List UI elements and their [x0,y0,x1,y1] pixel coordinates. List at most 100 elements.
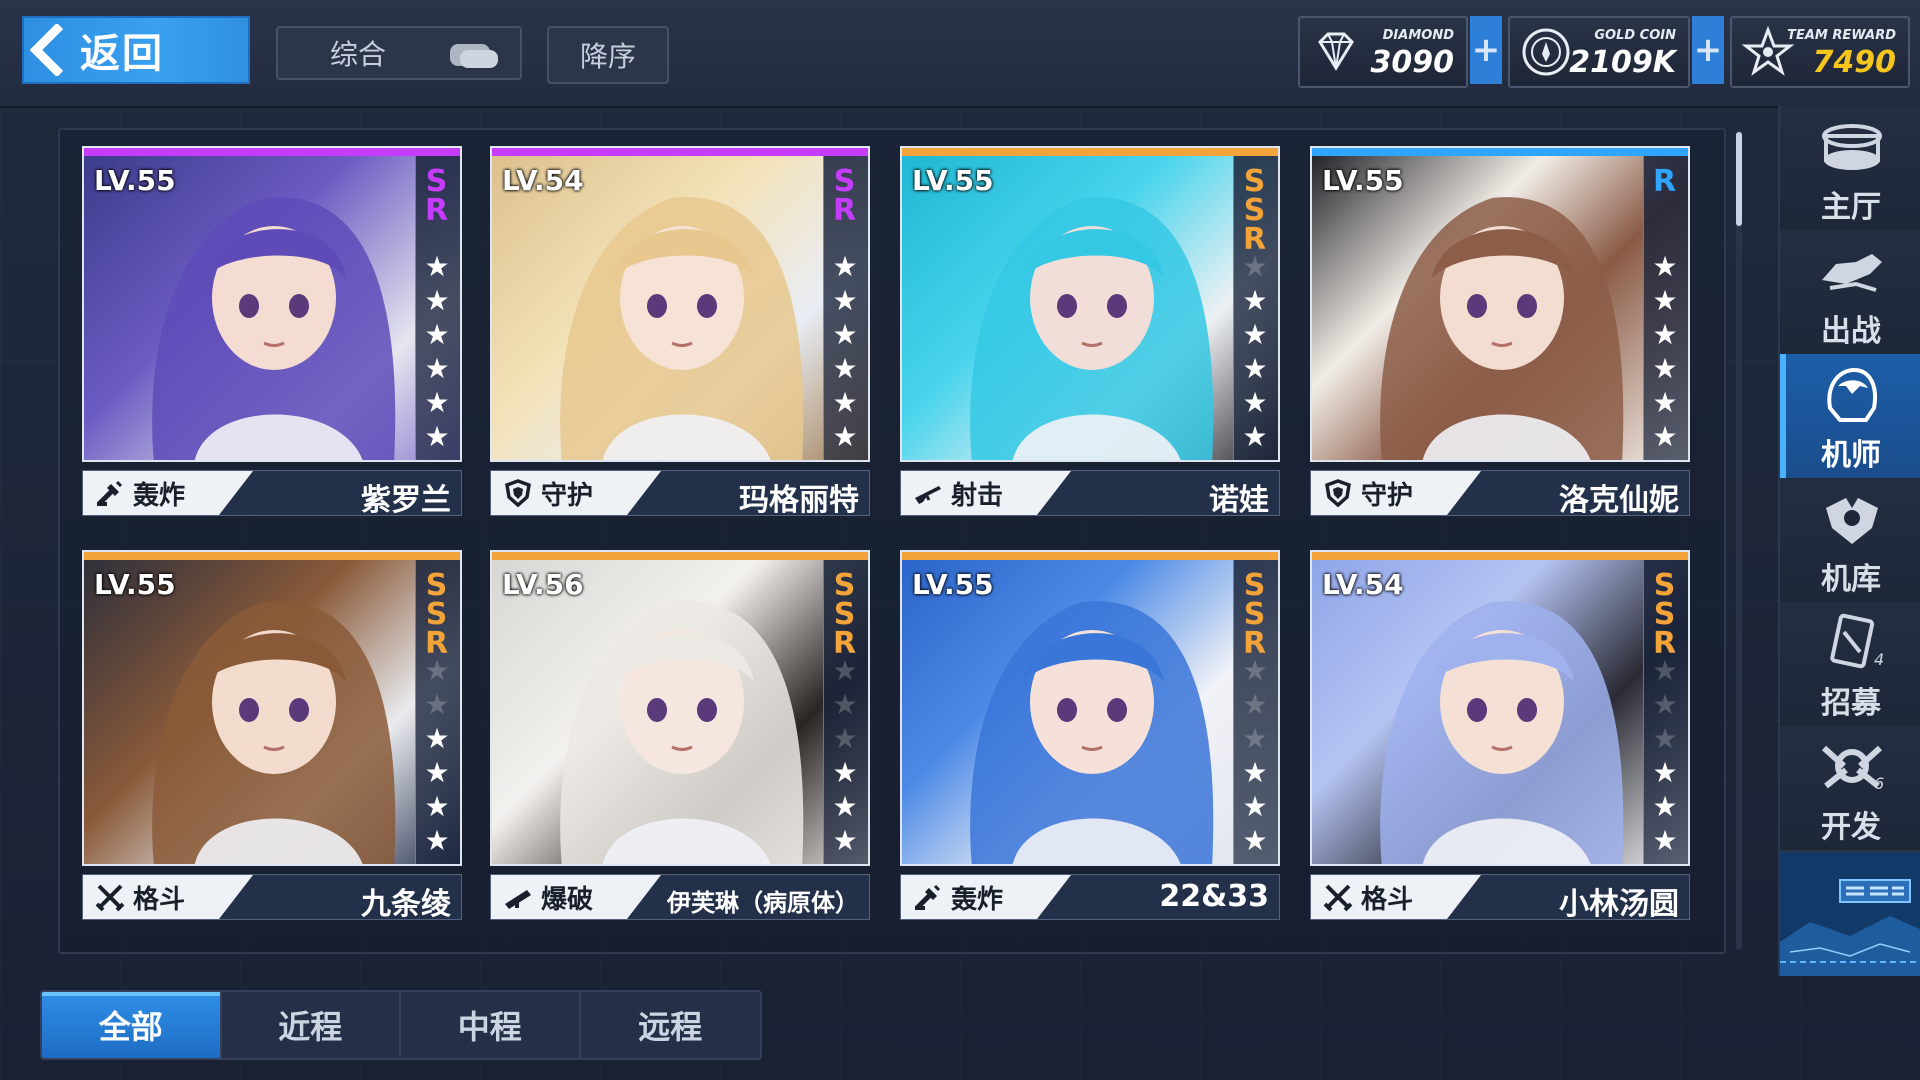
pilot-info-bar: 轰炸 紫罗兰 [82,470,462,518]
class-tag: 轰炸 [901,875,1071,919]
pilot-level: LV.55 [94,164,176,197]
event-banner[interactable] [1780,852,1920,976]
star-icon: ★ [832,722,858,755]
nav-label: 招募 [1821,686,1881,721]
nav-item[interactable]: 4 招募 [1780,602,1920,728]
star-icon: ★ [424,654,450,687]
star-icon: ★ [832,284,858,317]
nav-label: 主厅 [1821,190,1881,225]
pilot-name: 紫罗兰 [361,483,451,518]
nav-label: 机师 [1821,438,1881,473]
star-icon: ★ [424,790,450,823]
pilot-portrait: LV.55 R ★ ★ ★ ★ ★ ★ [1310,146,1690,462]
rarity-bar [1312,148,1688,156]
class-tag: 射击 [901,471,1071,515]
class-tag: 守护 [491,471,661,515]
nav-item[interactable]: 机库 [1780,478,1920,604]
star-rating: ★ ★ ★ ★ ★ ★ [1650,656,1680,856]
pilot-level: LV.55 [912,568,994,601]
pilot-card[interactable]: LV.55 SSR ★ ★ ★ ★ ★ ★ 射击 诺娃 [900,146,1280,518]
sort-dropdown[interactable]: 综合 [276,26,522,80]
rarity-bar [492,552,868,560]
team-reward-counter: TEAM REWARD 7490 [1730,16,1910,88]
add-diamond-button[interactable]: + [1470,16,1502,84]
gold-coin-label: GOLD COIN [1594,28,1676,43]
pilot-portrait: LV.56 SSR ★ ★ ★ ★ ★ ★ [490,550,870,866]
nav-item[interactable]: 主厅 [1780,106,1920,232]
range-tab[interactable]: 全部 [42,992,222,1058]
star-rating: ★ ★ ★ ★ ★ ★ [1650,252,1680,452]
pilot-card[interactable]: LV.54 SR ★ ★ ★ ★ ★ ★ 守护 玛格丽特 [490,146,870,518]
back-button[interactable]: 返回 [22,16,250,84]
class-label: 爆破 [541,884,594,915]
rarity-bar [1312,552,1688,560]
star-icon: ★ [424,352,450,385]
star-icon: ★ [1242,284,1268,317]
pilot-info-bar: 守护 玛格丽特 [490,470,870,518]
pilot-level: LV.56 [502,568,584,601]
star-icon: ★ [1652,284,1678,317]
star-icon: ★ [832,790,858,823]
pilot-card[interactable]: LV.55 R ★ ★ ★ ★ ★ ★ 守护 洛克仙妮 [1310,146,1690,518]
back-button-label: 返回 [80,31,164,77]
nav-badge: 6 [1874,774,1885,793]
pilot-level: LV.54 [502,164,584,197]
range-tab[interactable]: 近程 [222,992,401,1058]
rarity-bar [902,148,1278,156]
star-rating: ★ ★ ★ ★ ★ ★ [830,252,860,452]
diamond-counter: DIAMOND 3090 [1298,16,1468,88]
rifle-icon [901,478,943,508]
star-icon: ★ [1652,318,1678,351]
team-reward-label: TEAM REWARD [1787,28,1896,43]
star-icon: ★ [1652,386,1678,419]
pilot-card[interactable]: LV.55 SSR ★ ★ ★ ★ ★ ★ 轰炸 22&33 [900,550,1280,922]
nav-item[interactable]: 机师 [1780,354,1920,480]
scrollbar-thumb[interactable] [1736,132,1742,226]
star-icon: ★ [1242,722,1268,755]
star-icon: ★ [1652,790,1678,823]
star-icon: ★ [1242,824,1268,857]
rarity-badge: SSR [1237,164,1272,251]
class-label: 格斗 [133,884,186,915]
class-label: 守护 [541,480,594,511]
nav-item[interactable]: 出战 [1780,230,1920,356]
pilot-info-bar: 爆破 伊芙琳（病原体） [490,874,870,920]
range-tab[interactable]: 远程 [581,992,761,1058]
crossed-swords-icon [83,882,125,912]
order-button[interactable]: 降序 [547,26,669,84]
star-icon: ★ [424,250,450,283]
pilot-level: LV.55 [912,164,994,197]
pilot-info-bar: 格斗 九条绫 [82,874,462,922]
star-icon: ★ [424,824,450,857]
pilot-card[interactable]: LV.54 SSR ★ ★ ★ ★ ★ ★ 格斗 小林汤圆 [1310,550,1690,922]
rarity-badge: SSR [1237,568,1272,655]
star-icon: ★ [1242,790,1268,823]
pilot-card[interactable]: LV.55 SR ★ ★ ★ ★ ★ ★ 轰炸 紫罗兰 [82,146,462,518]
pilot-name: 洛克仙妮 [1559,483,1679,518]
rarity-bar [84,148,460,156]
star-icon: ★ [1242,756,1268,789]
star-icon: ★ [832,824,858,857]
nav-item[interactable]: 6 开发 [1780,726,1920,852]
star-icon: ★ [832,352,858,385]
pilot-portrait: LV.55 SSR ★ ★ ★ ★ ★ ★ [900,146,1280,462]
pilot-card[interactable]: LV.55 SSR ★ ★ ★ ★ ★ ★ 格斗 九条绫 [82,550,462,922]
class-label: 轰炸 [133,480,186,511]
bomb-icon [83,478,125,508]
team-reward-value: 7490 [1812,45,1897,80]
range-tab[interactable]: 中程 [401,992,581,1058]
nav-badge: 4 [1874,650,1885,669]
star-icon: ★ [424,756,450,789]
star-icon: ★ [832,250,858,283]
pilot-card[interactable]: LV.56 SSR ★ ★ ★ ★ ★ ★ 爆破 伊芙琳（病原体） [490,550,870,922]
pilot-info-bar: 轰炸 22&33 [900,874,1280,920]
star-icon: ★ [424,722,450,755]
star-icon: ★ [1652,420,1678,453]
add-gold-button[interactable]: + [1692,16,1724,84]
gold-coin-counter: GOLD COIN 2109K [1508,16,1690,88]
range-filter-tabs: 全部 近程 中程 远程 [40,990,762,1060]
top-bar: 返回 综合 降序 DIAMOND 3090 + GOLD COIN 2109K … [0,0,1920,108]
rarity-bar [84,552,460,560]
star-icon: ★ [1242,420,1268,453]
scrollbar-track[interactable] [1736,130,1742,950]
